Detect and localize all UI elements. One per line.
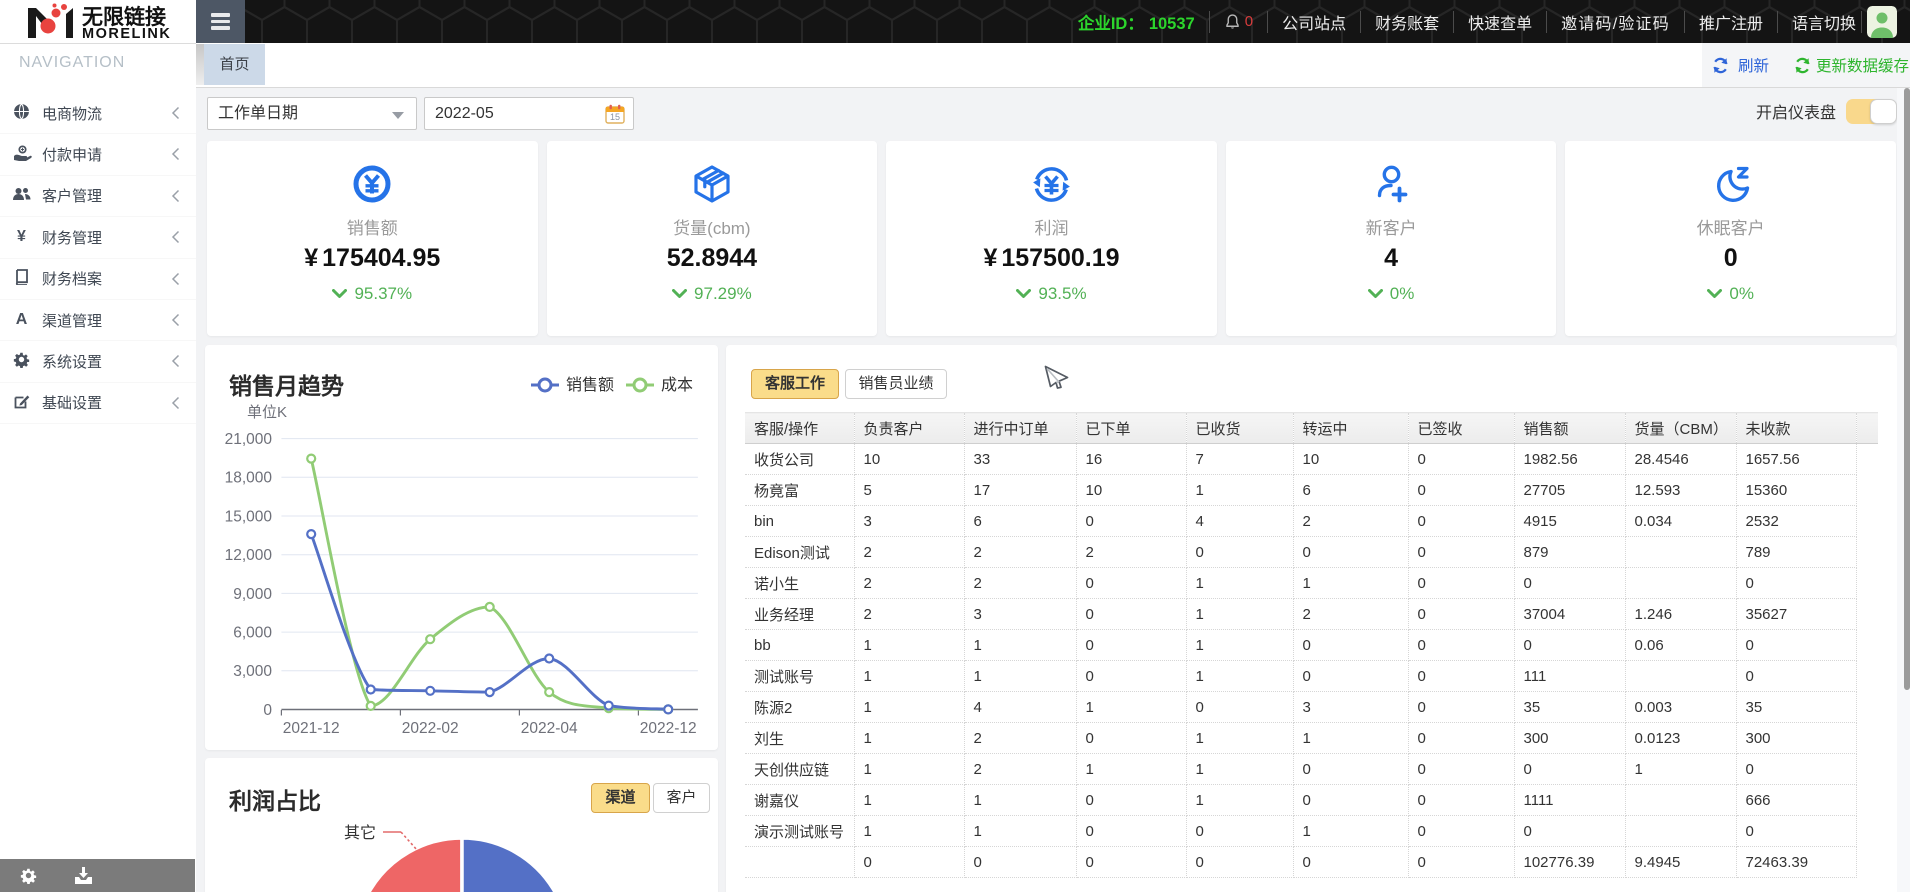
svg-text:15: 15 [610, 112, 620, 122]
svg-text:销售额: 销售额 [566, 376, 614, 394]
svg-text:3,000: 3,000 [233, 663, 272, 680]
svg-text:21,000: 21,000 [225, 431, 273, 448]
svg-text:单位K: 单位K [247, 404, 287, 421]
svg-text:2021-12: 2021-12 [283, 720, 340, 737]
svg-text:2022-02: 2022-02 [402, 720, 459, 737]
svg-text:其它: 其它 [344, 824, 376, 842]
svg-text:成本: 成本 [661, 376, 693, 394]
svg-text:12,000: 12,000 [225, 547, 273, 564]
svg-text:2022-12: 2022-12 [640, 720, 697, 737]
svg-text:MORELINK: MORELINK [82, 26, 171, 42]
svg-text:18,000: 18,000 [225, 470, 273, 487]
svg-text:0: 0 [263, 702, 272, 719]
svg-text:6,000: 6,000 [233, 625, 272, 642]
svg-text:15,000: 15,000 [225, 508, 273, 525]
svg-text:2022-04: 2022-04 [521, 720, 578, 737]
svg-text:9,000: 9,000 [233, 586, 272, 603]
